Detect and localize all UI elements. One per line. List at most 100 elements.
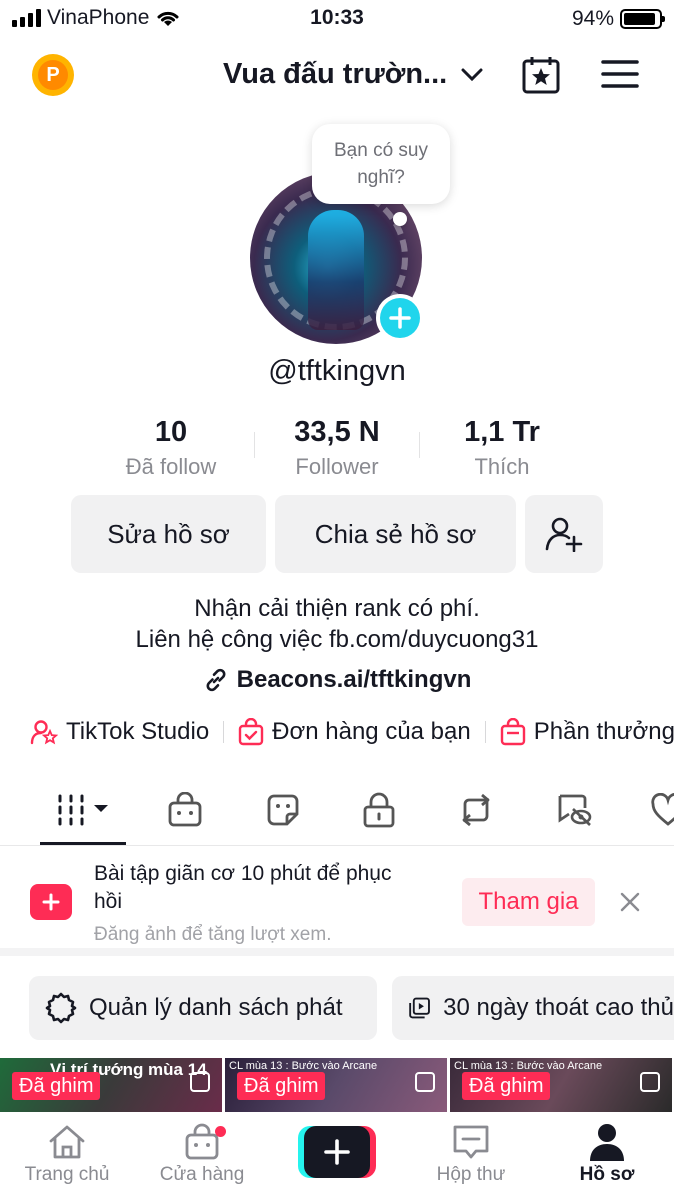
promo-subtitle: Đăng ảnh để tăng lượt xem. <box>94 924 332 945</box>
menu-icon[interactable] <box>601 59 639 89</box>
bio-line: Liên hệ công việc fb.com/duycuong31 <box>135 626 539 653</box>
stat-likes[interactable]: 1,1 Tr Thích <box>427 414 577 484</box>
tab-videos[interactable] <box>56 790 112 830</box>
username: @tftkingvn <box>268 355 406 387</box>
profile-link[interactable]: Beacons.ai/tftkingvn <box>0 666 674 694</box>
bio-line: Nhận cải thiện rank có phí. <box>194 595 480 622</box>
battery: 94% <box>572 7 665 31</box>
tab-shop[interactable] <box>165 790 205 830</box>
nav-home[interactable]: Trang chủ <box>12 1120 122 1186</box>
tab-private[interactable] <box>359 790 399 830</box>
p-coin-icon[interactable]: P <box>32 54 74 96</box>
grid-icon <box>58 794 108 826</box>
shortcut-tiktok-studio[interactable]: TikTok Studio <box>30 718 209 746</box>
profile-link-text: Beacons.ai/tftkingvn <box>236 666 472 693</box>
nav-label: Trang chủ <box>24 1164 110 1185</box>
stat-divider <box>419 432 420 458</box>
thumbnail-caption: CL mùa 13 : Bước vào Arcane <box>229 1060 378 1072</box>
playlist-label: Quản lý danh sách phát <box>89 994 343 1021</box>
coin-letter: P <box>38 60 68 90</box>
shortcut-label: Đơn hàng của bạn <box>272 718 471 745</box>
top-bar: P Vua đấu trườn... <box>0 48 674 104</box>
content-tabs <box>0 778 674 846</box>
add-user-icon <box>545 517 583 552</box>
nav-label: Hồ sơ <box>579 1164 635 1185</box>
tab-liked[interactable] <box>648 790 674 830</box>
bio: Nhận cải thiện rank có phí. Liên hệ công… <box>0 593 674 655</box>
bottom-nav: Trang chủ Cửa hàng Hộp thư Hồ sơ <box>0 1112 674 1199</box>
camera-plus-icon <box>30 884 72 920</box>
create-button[interactable] <box>298 1126 376 1178</box>
add-friend-button[interactable] <box>525 495 603 573</box>
tab-hidden[interactable] <box>554 790 594 830</box>
account-name: Vua đấu trườn... <box>223 58 448 90</box>
multi-image-icon <box>190 1072 210 1092</box>
shortcut-rewards[interactable]: Phần thưởng <box>500 718 674 746</box>
stat-label: Thích <box>474 454 530 479</box>
repost-icon <box>462 793 490 827</box>
link-icon <box>206 668 226 692</box>
video-thumbnail[interactable]: CL mùa 13 : Bước vào Arcane Đã ghim <box>450 1058 672 1112</box>
stat-following[interactable]: 10 Đã follow <box>96 414 246 484</box>
account-switcher[interactable]: Vua đấu trườn... <box>223 58 483 91</box>
video-grid: Vị trí tướng mùa 14 Đã ghim CL mùa 13 : … <box>0 1058 674 1112</box>
share-profile-button[interactable]: Chia sẻ hồ sơ <box>275 495 516 573</box>
hidden-icon <box>558 794 592 826</box>
calendar-star-icon[interactable] <box>521 55 561 95</box>
heart-icon <box>651 793 674 826</box>
inbox-icon <box>453 1125 489 1159</box>
playlist-icon <box>409 997 430 1019</box>
nav-profile[interactable]: Hồ sơ <box>552 1120 662 1186</box>
order-bag-icon <box>238 718 264 746</box>
multi-image-icon <box>640 1072 660 1092</box>
battery-icon <box>620 9 665 29</box>
plus-icon <box>324 1139 350 1165</box>
stat-value: 33,5 N <box>294 416 380 448</box>
tab-active-indicator <box>40 842 126 845</box>
pinned-badge: Đã ghim <box>462 1072 551 1100</box>
nav-label: Cửa hàng <box>159 1164 245 1185</box>
tab-stickers[interactable] <box>263 790 303 830</box>
nav-label: Hộp thư <box>436 1164 506 1185</box>
nav-inbox[interactable]: Hộp thư <box>416 1120 526 1186</box>
video-thumbnail[interactable]: CL mùa 13 : Bước vào Arcane Đã ghim <box>225 1058 447 1112</box>
stat-value: 1,1 Tr <box>464 416 540 448</box>
profile-shortcuts: TikTok Studio Đơn hàng của bạn Phần thưở… <box>30 718 674 746</box>
multi-image-icon <box>415 1072 435 1092</box>
stat-value: 10 <box>154 416 188 448</box>
playlist-manage[interactable]: Quản lý danh sách phát <box>29 976 377 1040</box>
studio-icon <box>30 720 58 745</box>
note-bubble-text: Bạn có suy nghĩ? <box>334 140 428 188</box>
edit-profile-button[interactable]: Sửa hồ sơ <box>71 495 266 573</box>
thumbnail-caption: CL mùa 13 : Bước vào Arcane <box>454 1060 603 1072</box>
nav-shop[interactable]: Cửa hàng <box>147 1120 257 1186</box>
stat-label: Follower <box>295 454 379 479</box>
chevron-down-icon <box>461 68 483 81</box>
pinned-badge: Đã ghim <box>237 1072 326 1100</box>
sticker-icon <box>267 794 299 826</box>
close-icon[interactable] <box>618 890 642 914</box>
add-avatar-button[interactable] <box>376 294 424 342</box>
tab-reposts[interactable] <box>456 790 496 830</box>
shop-bag-icon <box>500 718 525 746</box>
join-button[interactable]: Tham gia <box>462 878 595 926</box>
stat-followers[interactable]: 33,5 N Follower <box>262 414 412 484</box>
stat-divider <box>254 432 255 458</box>
playlist-label: 30 ngày thoát cao thủ <box>443 994 674 1021</box>
pinned-badge: Đã ghim <box>12 1072 101 1100</box>
promo-title: Bài tập giãn cơ 10 phút để phục hồi <box>94 862 392 913</box>
status-bar: VinaPhone 10:33 94% <box>0 0 674 38</box>
video-thumbnail[interactable]: Vị trí tướng mùa 14 Đã ghim <box>0 1058 222 1112</box>
shortcut-label: Phần thưởng <box>533 718 674 745</box>
shortcut-label: TikTok Studio <box>66 718 210 745</box>
promo-banner: Bài tập giãn cơ 10 phút để phục hồi Đăng… <box>0 848 674 956</box>
shortcut-orders[interactable]: Đơn hàng của bạn <box>238 718 471 746</box>
note-bubble[interactable]: Bạn có suy nghĩ? <box>312 124 450 204</box>
home-icon <box>49 1125 85 1159</box>
bubble-tail <box>393 212 407 226</box>
playlist-item[interactable]: 30 ngày thoát cao thủ <box>392 976 674 1040</box>
plus-icon <box>389 307 411 329</box>
lock-icon <box>363 792 395 828</box>
shop-icon <box>168 792 202 827</box>
notification-dot <box>215 1126 226 1137</box>
